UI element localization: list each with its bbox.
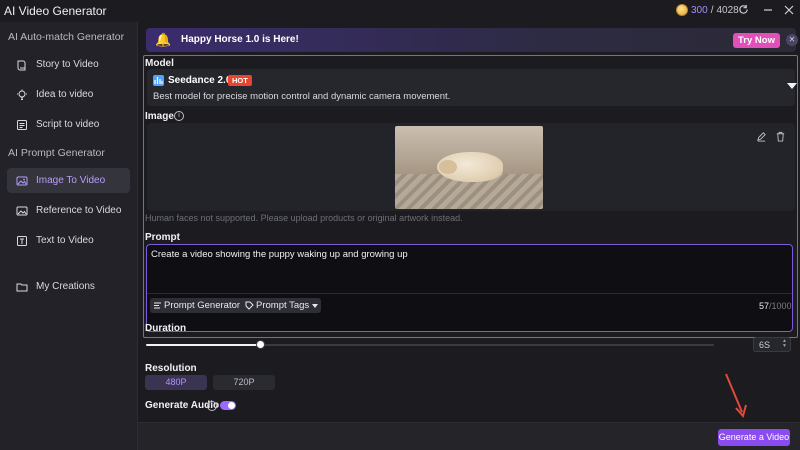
credits-separator: /: [710, 4, 714, 16]
text-icon: [17, 235, 27, 246]
resolution-label: Resolution: [145, 363, 197, 374]
main-panel: 🔔 Happy Horse 1.0 is Here! Try Now ✕ Mod…: [138, 22, 800, 450]
promo-banner: 🔔 Happy Horse 1.0 is Here! Try Now ✕: [146, 28, 798, 52]
sidebar-item-idea-to-video[interactable]: Idea to video: [7, 82, 130, 107]
resolution-480p-button[interactable]: 480P: [145, 375, 207, 390]
chevron-down-icon[interactable]: [787, 83, 797, 89]
edit-icon[interactable]: [756, 131, 768, 143]
lightbulb-icon: [17, 89, 27, 100]
puppy-ear-shape: [439, 160, 457, 174]
app-title: AI Video Generator: [4, 4, 107, 18]
model-label: Model: [145, 58, 174, 69]
duration-label: Duration: [145, 323, 187, 334]
refresh-icon[interactable]: [735, 3, 751, 19]
banner-text: Happy Horse 1.0 is Here!: [181, 34, 299, 45]
image-label: Image: [145, 111, 174, 122]
model-name: Seedance 2.0: [168, 75, 232, 86]
section-auto-match: AI Auto-match Generator: [8, 31, 125, 43]
try-now-button[interactable]: Try Now: [733, 33, 780, 48]
image-icon: [16, 176, 28, 185]
slider-fill: [146, 344, 260, 346]
sidebar-item-label: Story to Video: [36, 59, 99, 70]
sidebar-item-my-creations[interactable]: My Creations: [7, 274, 130, 299]
generate-video-button[interactable]: Generate a Video: [718, 429, 790, 446]
slider-handle[interactable]: [255, 340, 265, 349]
section-prompt-generator: AI Prompt Generator: [8, 147, 105, 159]
char-count: 57: [759, 301, 770, 311]
generate-audio-toggle[interactable]: [220, 401, 236, 410]
title-bar: AI Video Generator 300/4028: [0, 0, 800, 22]
folder-icon: [16, 283, 28, 291]
script-icon: [17, 119, 27, 130]
banner-close-icon[interactable]: ✕: [786, 34, 798, 46]
sidebar-item-label: My Creations: [36, 281, 95, 292]
model-selector[interactable]: Seedance 2.0 HOT Best model for precise …: [147, 69, 797, 106]
sidebar-item-image-to-video[interactable]: Image To Video: [7, 168, 130, 193]
bell-icon: 🔔: [155, 32, 172, 47]
sidebar-item-script-to-video[interactable]: Script to video: [7, 112, 130, 137]
model-logo-icon: [153, 75, 164, 86]
sidebar: AI Auto-match Generator Story to Video I…: [0, 22, 138, 450]
credits-display[interactable]: 300/4028: [676, 4, 739, 16]
info-icon[interactable]: i: [207, 401, 217, 411]
minimize-icon[interactable]: [760, 3, 776, 19]
sidebar-item-label: Script to video: [36, 119, 100, 130]
sidebar-item-label: Reference to Video: [36, 205, 122, 216]
stepper-arrows-icon[interactable]: ▲ ▼: [782, 339, 787, 349]
prompt-label: Prompt: [145, 232, 180, 243]
prompt-generator-label: Prompt Generator: [164, 300, 241, 311]
uploaded-image: [395, 126, 543, 209]
sidebar-item-label: Idea to video: [36, 89, 94, 100]
prompt-toolbar: Prompt Generator Prompt Tags 57/1000: [147, 293, 792, 331]
sidebar-item-label: Text to Video: [36, 235, 94, 246]
duration-slider[interactable]: [146, 340, 714, 349]
duration-value: 6S: [759, 339, 771, 350]
resolution-720p-button[interactable]: 720P: [213, 375, 275, 390]
prompt-text: Create a video showing the puppy waking …: [151, 249, 408, 260]
sidebar-item-text-to-video[interactable]: Text to Video: [7, 228, 130, 253]
image-hint: Human faces not supported. Please upload…: [145, 213, 463, 223]
caret-down-icon: [312, 303, 319, 308]
annotation-arrow: [725, 373, 747, 419]
image-upload-area[interactable]: [147, 123, 795, 211]
bottom-bar: Generate a Video: [138, 422, 800, 450]
sidebar-item-story-to-video[interactable]: Story to Video: [7, 52, 130, 77]
prompt-tags-dropdown[interactable]: Prompt Tags: [242, 298, 322, 313]
credits-used: 300: [691, 4, 708, 16]
char-max: /1000: [769, 301, 792, 311]
close-icon[interactable]: [781, 3, 797, 19]
coin-icon: [676, 4, 688, 16]
sidebar-item-reference-to-video[interactable]: Reference to Video: [7, 198, 130, 223]
prompt-textarea[interactable]: Create a video showing the puppy waking …: [146, 244, 793, 332]
image-icon: [16, 206, 28, 215]
info-icon[interactable]: i: [174, 111, 184, 121]
prompt-tags-label: Prompt Tags: [256, 300, 310, 311]
model-description: Best model for precise motion control an…: [153, 91, 451, 102]
tag-icon: [245, 301, 254, 310]
list-icon: [154, 302, 161, 309]
sidebar-item-label: Image To Video: [36, 175, 106, 186]
char-counter: 57/1000: [759, 301, 792, 311]
hot-badge: HOT: [228, 75, 252, 86]
prompt-generator-dropdown[interactable]: Prompt Generator: [150, 298, 253, 313]
duration-stepper[interactable]: 6S ▲ ▼: [753, 337, 791, 352]
book-icon: [17, 60, 26, 70]
trash-icon[interactable]: [775, 131, 787, 143]
